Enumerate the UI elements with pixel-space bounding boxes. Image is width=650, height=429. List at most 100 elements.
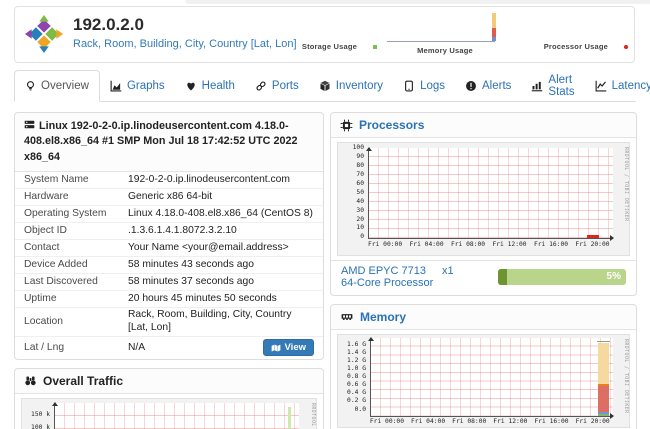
bar-chart-icon (531, 80, 543, 92)
row-label: Operating System (24, 208, 128, 221)
memory-red-area (598, 386, 609, 412)
system-info-panel: Linux 192-0-2-0.ip.linodeusercontent.com… (14, 112, 324, 360)
processor-usage-label: Processor Usage (544, 42, 608, 51)
processors-y-axis-labels: 100 90 80 70 60 50 40 30 20 10 0 (338, 145, 364, 241)
view-button-label: View (285, 342, 306, 353)
cpu-description-link[interactable]: 64-Core Processor (341, 277, 433, 289)
tab-graphs[interactable]: Graphs (100, 70, 175, 101)
y-tick-label: 1.6 G (347, 342, 366, 349)
tab-graphs-label: Graphs (127, 80, 165, 92)
memory-panel: Memory 1.6 G 1.4 G 1.2 G (330, 304, 637, 429)
tab-alerts[interactable]: Alerts (455, 70, 521, 101)
y-tick-label: 1.2 G (347, 358, 366, 365)
y-tick-label: 40 (356, 199, 364, 206)
overall-traffic-title: Overall Traffic (43, 374, 123, 388)
x-tick-label: Fri 04:00 (411, 418, 445, 425)
memory-green-area (598, 414, 609, 416)
table-row: Uptime20 hours 45 minutes 50 seconds (15, 290, 323, 307)
row-label: Contact (24, 242, 128, 255)
lightbulb-icon (25, 80, 36, 92)
tab-alert-stats-label: Alert Stats (548, 74, 574, 98)
tab-ports[interactable]: Ports (245, 70, 309, 101)
x-tick-label: Fri 16:00 (534, 418, 568, 425)
table-row: Last Discovered58 minutes 37 seconds ago (15, 273, 323, 290)
row-value: .1.3.6.1.4.1.8072.3.2.10 (128, 225, 237, 238)
table-row: ContactYour Name <your@email.address> (15, 239, 323, 256)
y-tick-label: 0 (360, 234, 364, 241)
row-value: Linux 4.18.0-408.el8.x86_64 (CentOS 8) (128, 208, 313, 221)
memory-header: Memory (331, 305, 636, 330)
memory-usage-baseline (387, 41, 495, 42)
table-row: Device Added58 minutes 43 seconds ago (15, 256, 323, 273)
y-tick-label: 0.2 G (347, 398, 366, 405)
processors-x-axis-labels: Fri 00:00 Fri 04:00 Fri 08:00 Fri 12:00 … (368, 241, 612, 249)
tab-health-label: Health (202, 80, 235, 92)
exclamation-circle-icon (465, 80, 477, 92)
x-tick-label: Fri 08:00 (452, 418, 486, 425)
storage-usage-label: Storage Usage (302, 42, 357, 51)
x-tick-label: Fri 00:00 (368, 241, 402, 248)
traffic-y-axis-labels: 150 k 100 k 50 k 0 (22, 412, 50, 429)
view-map-button[interactable]: View (263, 339, 314, 356)
tab-inventory[interactable]: Inventory (309, 70, 393, 101)
traffic-graph-canvas (54, 403, 299, 429)
memory-total-line (597, 341, 610, 342)
left-column: Linux 192-0-2-0.ip.linodeusercontent.com… (14, 112, 324, 429)
processors-title-link[interactable]: Processors (359, 118, 424, 132)
map-icon (271, 343, 281, 353)
system-title-text: Linux 192-0-2-0.ip.linodeusercontent.com… (24, 120, 297, 163)
y-tick-label: 80 (356, 163, 364, 170)
device-location-link[interactable]: Rack, Room, Building, City, Country [Lat… (73, 38, 297, 50)
overall-traffic-graph[interactable]: 150 k 100 k 50 k 0 RRDTOOL / TOBI OETIKE… (21, 398, 317, 429)
processor-usage-minigraph[interactable]: Processor Usage (513, 42, 628, 55)
y-tick-label: 1.4 G (347, 350, 366, 357)
rrdtool-watermark: RRDTOOL / TOBI OETIKER (623, 147, 628, 222)
device-overview-page: 192.0.2.0 Rack, Room, Building, City, Co… (0, 0, 650, 429)
tab-alert-stats[interactable]: Alert Stats (521, 70, 584, 101)
right-column: Processors 100 90 80 70 60 50 40 30 (330, 112, 637, 429)
tab-latency[interactable]: Latency (585, 70, 650, 101)
memory-x-axis-labels: Fri 00:00 Fri 04:00 Fri 08:00 Fri 12:00 … (370, 418, 612, 426)
table-row: System Name192-0-2-0.ip.linodeuserconten… (15, 172, 323, 188)
row-label: Object ID (24, 225, 128, 238)
tab-logs[interactable]: Logs (393, 70, 455, 101)
cpu-count: x1 (442, 265, 454, 277)
processor-list-row: AMD EPYC 7713x1 64-Core Processor 5% (331, 260, 636, 295)
memory-graph-canvas (370, 338, 613, 417)
x-tick-label: Fri 08:00 (451, 241, 485, 248)
y-tick-label: 30 (356, 208, 364, 215)
processors-graph-canvas (368, 148, 613, 239)
cpu-usage-bar (587, 235, 599, 239)
y-tick-label: 0.4 G (347, 390, 366, 397)
memory-graph[interactable]: 1.6 G 1.4 G 1.2 G 1.0 G 0.8 G 0.6 G 0.4 … (337, 334, 630, 428)
y-tick-label: 150 k (31, 412, 50, 419)
y-tick-label: 1.0 G (347, 366, 366, 373)
tab-logs-label: Logs (420, 80, 445, 92)
processors-panel: Processors 100 90 80 70 60 50 40 30 (330, 112, 637, 296)
table-row-latlng: Lat / Lng N/A View (15, 336, 323, 359)
tab-health[interactable]: Health (175, 70, 245, 101)
processors-graph[interactable]: 100 90 80 70 60 50 40 30 20 10 0 Fri 00:… (337, 142, 630, 256)
row-value: Rack, Room, Building, City, Country [Lat… (128, 309, 314, 334)
cpu-name-block: AMD EPYC 7713 x1 64-Core Processor (341, 265, 454, 289)
y-tick-label: 100 k (31, 425, 50, 429)
storage-usage-minigraph[interactable]: Storage Usage (277, 42, 377, 55)
overall-traffic-panel: Overall Traffic 150 k 100 k 50 k (14, 368, 324, 429)
row-label: Lat / Lng (24, 342, 128, 355)
tab-latency-label: Latency (612, 80, 650, 92)
y-tick-label: 70 (356, 172, 364, 179)
row-label: Location (24, 316, 128, 329)
tab-overview[interactable]: Overview (14, 70, 100, 102)
device-tab-bar: Overview Graphs Health Ports Inventory L… (14, 70, 636, 102)
table-row: HardwareGeneric x86 64-bit (15, 188, 323, 205)
table-row: LocationRack, Room, Building, City, Coun… (15, 307, 323, 336)
memory-title-link[interactable]: Memory (360, 310, 406, 324)
y-tick-label: 10 (356, 225, 364, 232)
table-row: Object ID.1.3.6.1.4.1.8072.3.2.10 (15, 222, 323, 239)
y-tick-label: 60 (356, 181, 364, 188)
memory-usage-minigraph[interactable]: Memory Usage (385, 19, 505, 55)
cube-icon (319, 80, 331, 92)
cpu-name-link[interactable]: AMD EPYC 7713 (341, 265, 426, 277)
x-tick-label: Fri 16:00 (534, 241, 568, 248)
overall-traffic-header: Overall Traffic (15, 369, 323, 394)
